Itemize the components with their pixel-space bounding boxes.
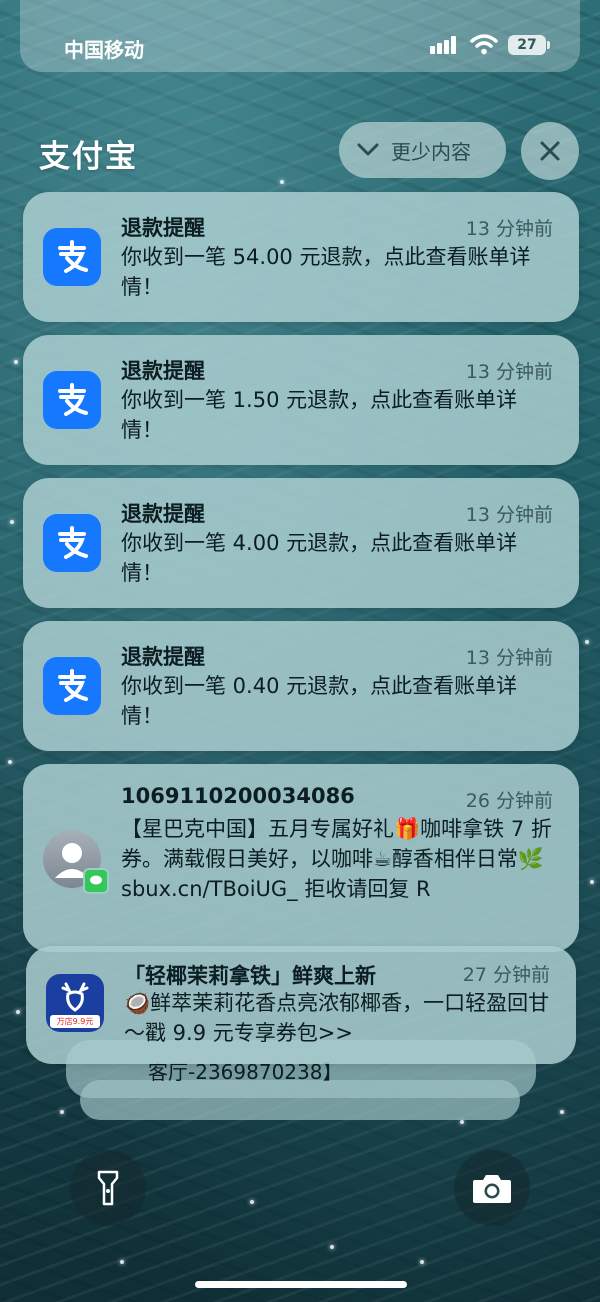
close-icon xyxy=(540,141,560,161)
alipay-logo-icon xyxy=(58,526,88,559)
notification-time: 13 分钟前 xyxy=(465,361,553,383)
notification-time: 13 分钟前 xyxy=(465,218,553,240)
chevron-down-icon xyxy=(357,143,379,156)
notification-card[interactable]: 退款提醒 13 分钟前 你收到一笔 1.50 元退款，点此查看账单详情！ xyxy=(23,335,579,465)
luckin-icon-badge: 万店9.9元 xyxy=(50,1015,100,1028)
cellular-signal-icon xyxy=(430,36,464,54)
notification-title: 106911020003408​6 xyxy=(121,784,355,808)
show-less-button[interactable]: 更少内容 xyxy=(339,122,506,178)
luckin-app-icon: 万店9.9元 xyxy=(46,974,104,1032)
camera-icon xyxy=(473,1175,511,1203)
notification-body: 你收到一笔 1.50 元退款，点此查看账单详情！ xyxy=(121,388,518,442)
clear-group-button[interactable] xyxy=(521,122,579,180)
notification-card[interactable]: 退款提醒 13 分钟前 你收到一笔 0.40 元退款，点此查看账单详情！ xyxy=(23,621,579,751)
flashlight-icon xyxy=(97,1170,119,1206)
notification-body: 你收到一笔 54.00 元退款，点此查看账单详情！ xyxy=(121,245,531,299)
notification-time: 27 分钟前 xyxy=(462,964,550,986)
alipay-logo-icon xyxy=(58,669,88,702)
alipay-logo-icon xyxy=(58,383,88,416)
notification-body: 🥥鲜萃茉莉花香点亮浓郁椰香，一口轻盈回甘～戳 9.9 元专享券包>> xyxy=(124,991,550,1045)
notification-title: 退款提醒 xyxy=(121,502,205,526)
notification-title: 「轻椰茉莉拿铁」鲜爽上新 xyxy=(124,964,376,988)
notification-title: 退款提醒 xyxy=(121,359,205,383)
notification-time: 13 分钟前 xyxy=(465,647,553,669)
battery-indicator: 27 xyxy=(508,35,550,55)
notification-title: 退款提醒 xyxy=(121,216,205,240)
notification-card[interactable]: 退款提醒 13 分钟前 你收到一笔 54.00 元退款，点此查看账单详情！ xyxy=(23,192,579,322)
alipay-icon xyxy=(43,371,101,429)
notification-time: 13 分钟前 xyxy=(465,504,553,526)
notification-card[interactable]: 退款提醒 13 分钟前 你收到一笔 4.00 元退款，点此查看账单详情！ xyxy=(23,478,579,608)
home-indicator[interactable] xyxy=(195,1281,407,1288)
notification-title: 退款提醒 xyxy=(121,645,205,669)
wifi-icon xyxy=(470,34,498,55)
alipay-logo-icon xyxy=(58,240,88,273)
notification-group-title: 支付宝 xyxy=(39,139,138,175)
notification-body: 你收到一笔 0.40 元退款，点此查看账单详情！ xyxy=(121,674,518,728)
carrier-name: 中国移动 xyxy=(64,38,144,62)
notification-body: 【星巴克中国】五月专属好礼🎁咖啡拿铁 7 折券。满载假日美好，以咖啡☕醇香相伴日… xyxy=(121,817,552,901)
messages-badge-icon xyxy=(83,868,109,894)
show-less-label: 更少内容 xyxy=(391,139,471,164)
alipay-icon xyxy=(43,657,101,715)
alipay-icon xyxy=(43,514,101,572)
notification-card[interactable]: 106911020003408​6 26 分钟前 【星巴克中国】五月专属好礼🎁咖… xyxy=(23,764,579,952)
flashlight-button[interactable] xyxy=(70,1150,146,1226)
notification-card[interactable]: 万店9.9元 「轻椰茉莉拿铁」鲜爽上新 27 分钟前 🥥鲜萃茉莉花香点亮浓郁椰香… xyxy=(26,946,576,1064)
status-bar: 中国移动 27 xyxy=(0,0,600,90)
camera-button[interactable] xyxy=(454,1150,530,1226)
message-bubble-icon xyxy=(90,875,102,885)
notification-body: 你收到一笔 4.00 元退款，点此查看账单详情！ xyxy=(121,531,518,585)
alipay-icon xyxy=(43,228,101,286)
notification-time: 26 分钟前 xyxy=(465,790,553,812)
